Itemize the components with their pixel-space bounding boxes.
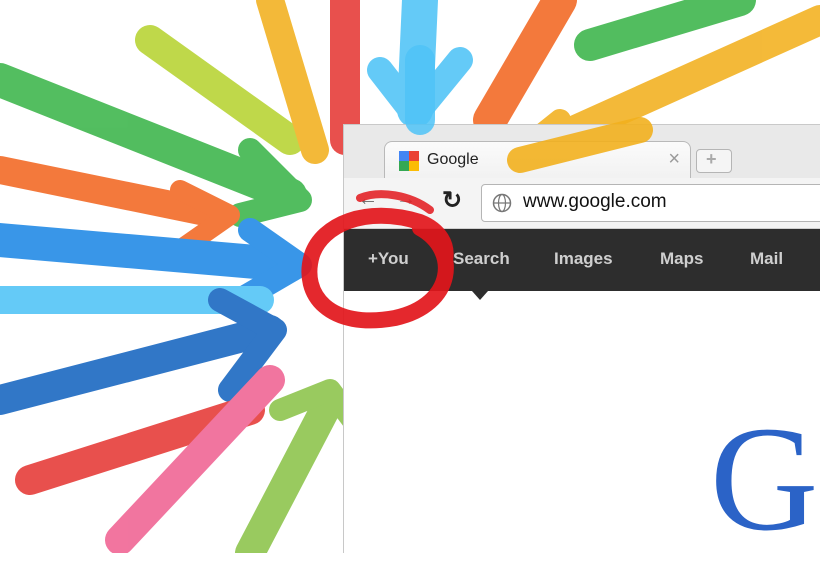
arrow-lime-bottom bbox=[235, 385, 345, 553]
url-text: www.google.com bbox=[523, 191, 667, 212]
google-logo-letter: G bbox=[710, 396, 819, 562]
browser-window: Google × + ← → ↻ www.google.com +You Sea… bbox=[343, 124, 820, 562]
plus-icon: + bbox=[706, 149, 717, 169]
arrow-blue-left bbox=[0, 223, 307, 282]
back-arrow-icon[interactable]: ← bbox=[358, 188, 378, 211]
google-favicon-icon bbox=[399, 151, 419, 171]
close-icon[interactable]: × bbox=[668, 148, 680, 171]
arrow-orange-top bbox=[473, 0, 577, 137]
globe-icon bbox=[492, 193, 512, 213]
reload-icon[interactable]: ↻ bbox=[442, 186, 462, 215]
tab-title: Google bbox=[427, 151, 479, 168]
new-tab-button[interactable]: + bbox=[696, 149, 732, 173]
nav-item-search[interactable]: Search bbox=[453, 249, 510, 269]
google-bar: +You Search Images Maps Mail bbox=[344, 229, 820, 291]
browser-toolbar: ← → ↻ www.google.com bbox=[344, 178, 820, 229]
nav-item-images[interactable]: Images bbox=[554, 249, 613, 269]
active-nav-caret bbox=[472, 291, 488, 300]
tab-strip: Google × + bbox=[344, 124, 820, 180]
nav-item-you[interactable]: +You bbox=[368, 249, 409, 269]
forward-arrow-icon[interactable]: → bbox=[396, 188, 416, 211]
arrow-pink-bottom bbox=[105, 365, 285, 553]
address-bar[interactable]: www.google.com bbox=[481, 184, 820, 222]
arrow-lime-top bbox=[135, 25, 305, 155]
arrow-green-topright bbox=[574, 0, 756, 61]
nav-item-mail[interactable]: Mail bbox=[750, 249, 783, 269]
nav-item-maps[interactable]: Maps bbox=[660, 249, 703, 269]
browser-tab[interactable]: Google × bbox=[384, 141, 691, 180]
